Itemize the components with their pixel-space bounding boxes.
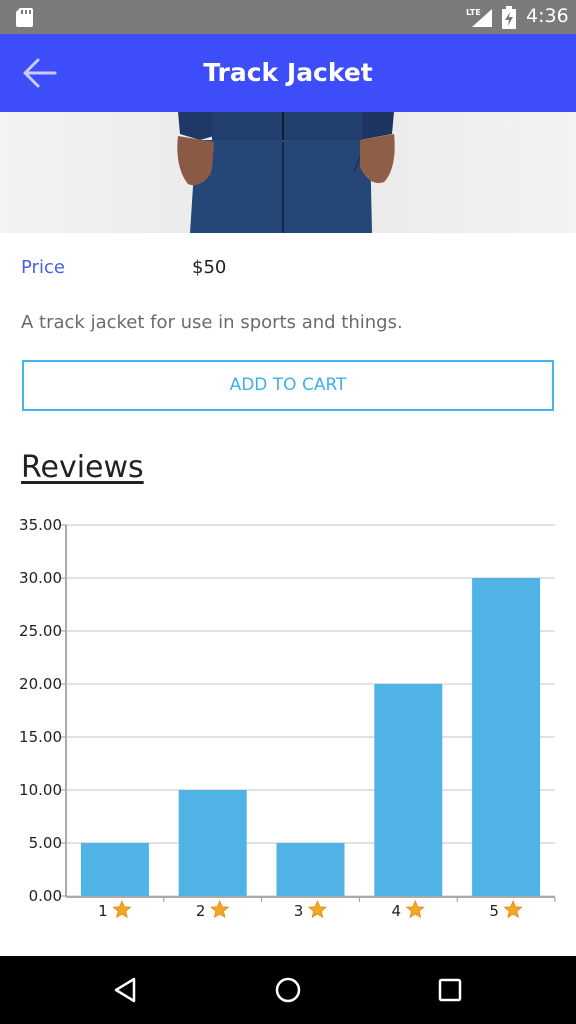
y-tick-label: 0.00 [29, 887, 62, 905]
x-tick-label: 1 [98, 902, 108, 920]
x-tick-label: 4 [392, 902, 402, 920]
x-tick-label: 3 [294, 902, 304, 920]
battery-charging-icon [502, 6, 516, 29]
star-icon [307, 899, 328, 919]
svg-text:LTE: LTE [466, 8, 481, 17]
price-value: $50 [192, 257, 227, 278]
y-tick-label: 25.00 [19, 622, 62, 640]
star-icon [503, 899, 523, 919]
star-icon [112, 899, 132, 919]
bar [80, 843, 149, 896]
bar [374, 684, 443, 896]
x-tick-label: 5 [489, 902, 499, 920]
lte-signal-icon: LTE [466, 8, 492, 27]
price-label: Price [21, 257, 65, 278]
y-tick-label: 35.00 [19, 516, 62, 534]
product-description: A track jacket for use in sports and thi… [21, 312, 403, 333]
sd-card-icon [16, 8, 33, 27]
system-nav-bar [0, 956, 576, 1024]
y-tick-label: 30.00 [19, 569, 62, 587]
app-bar: Track Jacket [0, 34, 576, 112]
x-tick-label: 2 [196, 902, 206, 920]
status-time: 4:36 [526, 5, 569, 27]
y-tick-label: 15.00 [19, 728, 62, 746]
nav-recents-icon[interactable] [436, 976, 464, 1004]
bar [178, 790, 247, 896]
product-image [0, 112, 576, 233]
reviews-heading: Reviews [21, 450, 144, 485]
star-icon [210, 899, 230, 919]
star-icon [405, 899, 425, 919]
y-tick-label: 5.00 [29, 834, 62, 852]
page-title: Track Jacket [203, 58, 373, 87]
y-tick-label: 20.00 [19, 675, 62, 693]
status-bar: LTE 4:36 [0, 0, 576, 34]
add-to-cart-button[interactable]: ADD TO CART [22, 360, 554, 411]
bar [276, 843, 345, 896]
nav-home-icon[interactable] [274, 976, 302, 1004]
reviews-bar-chart: 0.00 5.00 10.00 15.00 20.00 25.00 30.00 35.00 1 2… [19, 516, 556, 920]
product-photo [0, 112, 576, 233]
y-tick-label: 10.00 [19, 781, 62, 799]
bar [472, 578, 541, 896]
nav-back-icon[interactable] [112, 976, 140, 1004]
